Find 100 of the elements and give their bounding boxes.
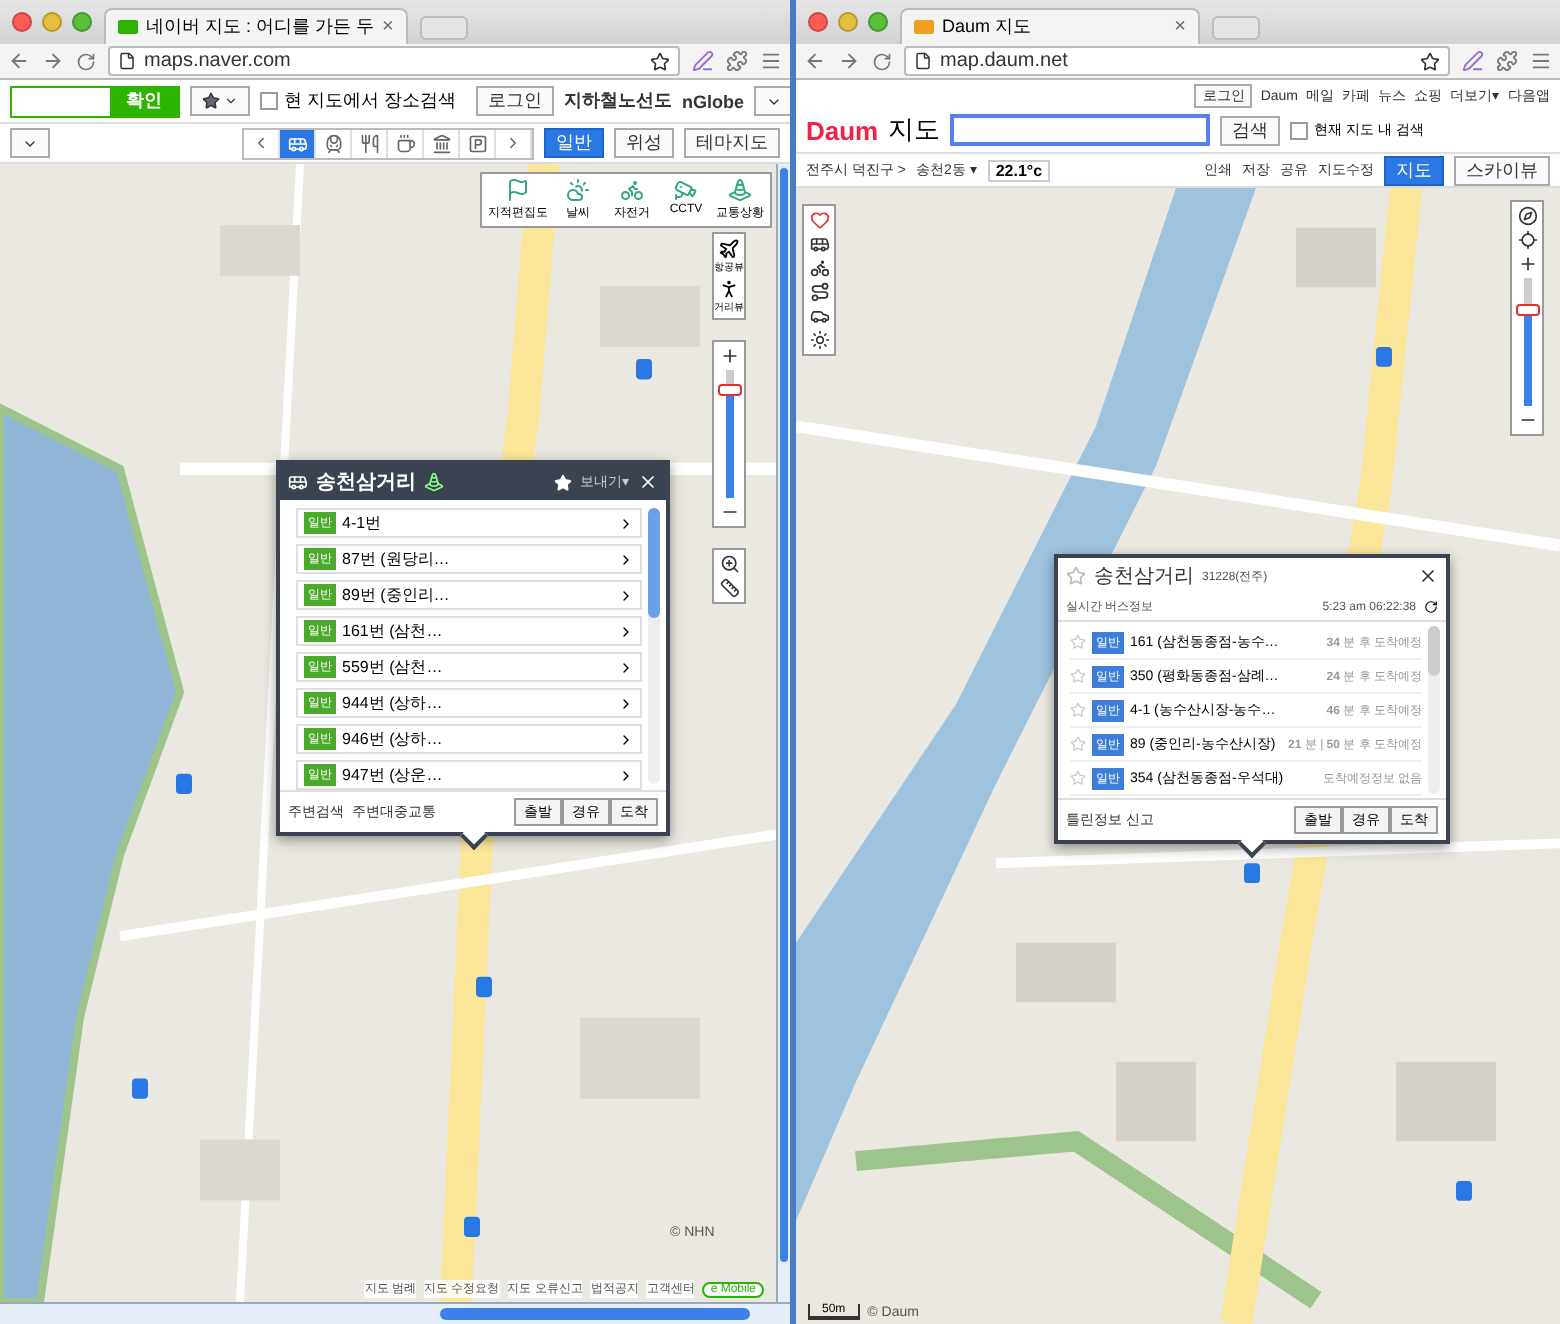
search-field[interactable] bbox=[950, 114, 1211, 146]
sun-icon bbox=[809, 330, 829, 350]
bookmark-icon[interactable] bbox=[1420, 51, 1440, 71]
browser-tab[interactable]: 네이버 지도 : 어디를 가든 두 × bbox=[104, 8, 408, 44]
chevron-icon bbox=[618, 731, 634, 747]
car-icon bbox=[809, 306, 829, 326]
map-type-tab[interactable]: 지도 bbox=[1384, 155, 1444, 185]
magnifier-icon bbox=[719, 554, 739, 574]
chevron-left-icon bbox=[252, 134, 270, 152]
cctv-icon bbox=[674, 178, 698, 202]
bus-category[interactable] bbox=[280, 129, 316, 157]
favicon bbox=[914, 20, 934, 34]
tab-close[interactable]: × bbox=[382, 16, 394, 38]
person-icon bbox=[718, 278, 740, 300]
locate-button[interactable] bbox=[1517, 230, 1537, 250]
favorites-button[interactable] bbox=[190, 86, 250, 116]
zoom-in-button[interactable] bbox=[719, 346, 739, 366]
map-type-tab[interactable]: 테마지도 bbox=[684, 128, 780, 158]
favicon bbox=[118, 20, 138, 34]
chevron-icon bbox=[618, 695, 634, 711]
zoom-handle[interactable] bbox=[1515, 304, 1539, 316]
star-icon bbox=[202, 92, 220, 110]
reload-icon[interactable] bbox=[76, 51, 96, 71]
pen-icon[interactable] bbox=[1462, 50, 1484, 72]
zoom-area-button[interactable] bbox=[719, 554, 739, 574]
ruler-icon bbox=[719, 578, 739, 598]
close-icon[interactable] bbox=[1418, 566, 1438, 586]
reload-icon[interactable] bbox=[872, 51, 892, 71]
search-button[interactable]: 검색 bbox=[1220, 115, 1281, 145]
scrollbar[interactable] bbox=[648, 508, 660, 784]
temperature: 22.1°c bbox=[987, 159, 1051, 181]
map-type-tab[interactable]: 위성 bbox=[614, 128, 674, 158]
chevron-icon bbox=[618, 623, 634, 639]
traffic-cone-icon bbox=[728, 178, 752, 202]
star-icon[interactable] bbox=[1070, 668, 1086, 684]
caret-icon bbox=[224, 94, 238, 108]
dropdown-button[interactable] bbox=[754, 86, 790, 116]
menu-icon[interactable] bbox=[1530, 50, 1552, 72]
page-icon bbox=[914, 52, 932, 70]
minimize-light[interactable] bbox=[42, 12, 62, 32]
map-type-tab[interactable]: 일반 bbox=[544, 128, 604, 158]
pen-icon[interactable] bbox=[692, 50, 714, 72]
place-search-checkbox[interactable]: 현 지도에서 장소검색 bbox=[260, 88, 457, 114]
map-type-tab[interactable]: 스카이뷰 bbox=[1454, 155, 1550, 185]
bike-button[interactable] bbox=[809, 258, 829, 278]
scrollbar[interactable] bbox=[776, 164, 790, 1302]
back-icon[interactable] bbox=[8, 50, 30, 72]
minimize-light[interactable] bbox=[838, 12, 858, 32]
dropdown-button[interactable] bbox=[10, 128, 50, 158]
close-icon[interactable] bbox=[638, 472, 658, 492]
back-icon[interactable] bbox=[804, 50, 826, 72]
compass-button[interactable] bbox=[1517, 206, 1537, 226]
zoom-in-button[interactable] bbox=[1517, 254, 1537, 274]
locate-icon bbox=[1517, 230, 1537, 250]
refresh-icon[interactable] bbox=[1424, 600, 1438, 614]
address-field[interactable]: maps.naver.com bbox=[108, 46, 680, 76]
car-button[interactable] bbox=[809, 306, 829, 326]
browser-tab[interactable]: Daum 지도 × bbox=[900, 8, 1200, 44]
weather-button[interactable] bbox=[809, 330, 829, 350]
close-light[interactable] bbox=[12, 12, 32, 32]
login-button[interactable]: 로그인 bbox=[476, 86, 555, 116]
zoom-light[interactable] bbox=[868, 12, 888, 32]
ruler-button[interactable] bbox=[719, 578, 739, 598]
logo: Daum bbox=[806, 115, 879, 145]
train-icon bbox=[323, 133, 343, 153]
forward-icon[interactable] bbox=[838, 50, 860, 72]
bike-icon bbox=[809, 258, 829, 278]
address-field[interactable]: map.daum.net bbox=[904, 46, 1450, 76]
scrollbar[interactable] bbox=[0, 1302, 790, 1324]
star-icon[interactable] bbox=[1070, 702, 1086, 718]
page-icon bbox=[118, 52, 136, 70]
header-link[interactable]: 지하철노선도 bbox=[564, 88, 673, 114]
forward-icon[interactable] bbox=[42, 50, 64, 72]
zoom-handle[interactable] bbox=[717, 383, 741, 396]
header-link[interactable]: nGlobe bbox=[682, 91, 745, 111]
parking-icon bbox=[467, 133, 487, 153]
extension-icon[interactable] bbox=[726, 50, 748, 72]
close-light[interactable] bbox=[808, 12, 828, 32]
star-icon[interactable] bbox=[1070, 770, 1086, 786]
menu-icon[interactable] bbox=[760, 50, 782, 72]
tab-close[interactable]: × bbox=[1174, 16, 1186, 38]
heart-icon bbox=[809, 210, 829, 230]
route-button[interactable] bbox=[809, 282, 829, 302]
star-icon[interactable] bbox=[1070, 634, 1086, 650]
flag-icon bbox=[506, 178, 530, 202]
popup-title: 송천삼거리 bbox=[316, 470, 416, 496]
extension-icon[interactable] bbox=[1496, 50, 1518, 72]
bike-icon bbox=[620, 178, 644, 202]
chevron-icon bbox=[618, 551, 634, 567]
logo-text: 지도 bbox=[888, 112, 941, 148]
scrollbar[interactable] bbox=[1428, 626, 1440, 794]
bus-button[interactable] bbox=[809, 234, 829, 254]
zoom-light[interactable] bbox=[72, 12, 92, 32]
bookmark-icon[interactable] bbox=[650, 51, 670, 71]
weather-icon bbox=[566, 178, 590, 202]
bus-icon bbox=[288, 472, 308, 492]
plus-icon bbox=[1517, 254, 1537, 274]
chevron-icon bbox=[618, 767, 634, 783]
fork-knife-icon bbox=[359, 133, 379, 153]
star-icon[interactable] bbox=[1070, 736, 1086, 752]
